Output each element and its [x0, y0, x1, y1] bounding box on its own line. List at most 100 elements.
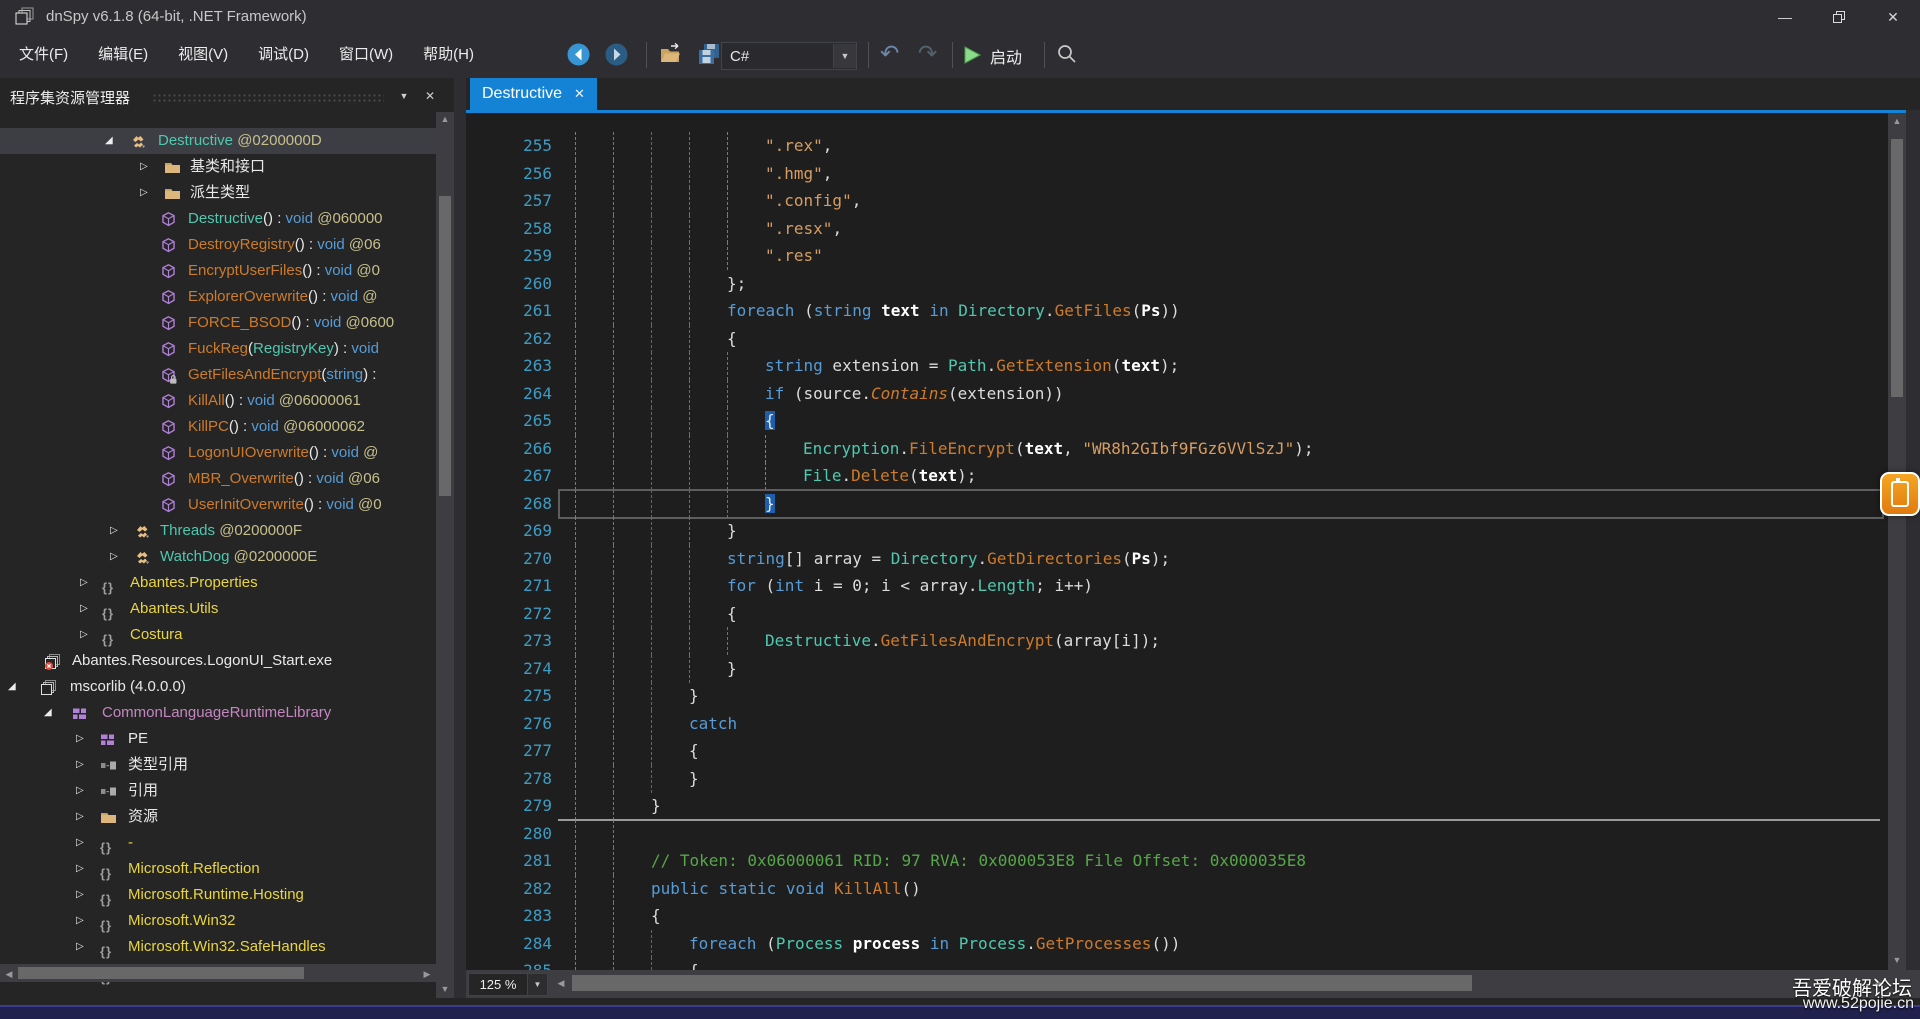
code-line[interactable]: 280 [466, 820, 1886, 848]
expander-closed-icon[interactable]: ▷ [110, 544, 118, 570]
language-selector[interactable]: C# ▼ [721, 42, 857, 70]
zoom-chevron-icon[interactable]: ▼ [527, 973, 548, 996]
expander-closed-icon[interactable]: ▷ [76, 934, 84, 960]
tree-row[interactable]: GetFilesAndEncrypt(string) : [0, 362, 436, 388]
expander-open-icon[interactable]: ◢ [105, 128, 113, 154]
start-button[interactable]: 启动 [990, 44, 1022, 68]
tree-row[interactable]: Abantes.Resources.LogonUI_Start.exe [0, 648, 436, 674]
menu-item-1[interactable]: 编辑(E) [83, 34, 163, 76]
zoom-level-selector[interactable]: 125 % [468, 973, 528, 996]
code-line[interactable]: 284foreach (Process process in Process.G… [466, 930, 1886, 958]
start-icon[interactable] [963, 45, 982, 70]
undo-icon[interactable]: ↶ [880, 40, 899, 67]
tree-row[interactable]: ◢mscorlib (4.0.0.0) [0, 674, 436, 700]
expander-open-icon[interactable]: ◢ [8, 674, 16, 700]
tree-row[interactable]: LogonUIOverwrite() : void @ [0, 440, 436, 466]
tree-row[interactable]: UserInitOverwrite() : void @0 [0, 492, 436, 518]
restore-button[interactable] [1822, 8, 1856, 30]
code-line[interactable]: 277{ [466, 737, 1886, 765]
navigate-back-icon[interactable] [566, 42, 591, 72]
code-line[interactable]: 273Destructive.GetFilesAndEncrypt(array[… [466, 627, 1886, 655]
navigate-forward-icon[interactable] [604, 42, 629, 72]
editor-hscroll-thumb[interactable] [572, 975, 1472, 991]
expander-closed-icon[interactable]: ▷ [76, 830, 84, 856]
menu-item-4[interactable]: 窗口(W) [324, 34, 408, 76]
minimize-button[interactable]: — [1768, 6, 1802, 28]
tree-row[interactable]: EncryptUserFiles() : void @0 [0, 258, 436, 284]
tree-row[interactable]: ▷{}Abantes.Properties [0, 570, 436, 596]
tree-row[interactable]: KillPC() : void @06000062 [0, 414, 436, 440]
expander-closed-icon[interactable]: ▷ [80, 596, 88, 622]
expander-closed-icon[interactable]: ▷ [76, 856, 84, 882]
search-icon[interactable] [1056, 43, 1078, 70]
expander-closed-icon[interactable]: ▷ [76, 908, 84, 934]
code-line[interactable]: 268} [466, 490, 1886, 518]
expander-closed-icon[interactable]: ▷ [80, 570, 88, 596]
code-line[interactable]: 257".config", [466, 187, 1886, 215]
tree-row[interactable]: ▷资源 [0, 804, 436, 830]
code-line[interactable]: 275} [466, 682, 1886, 710]
expander-closed-icon[interactable]: ▷ [110, 518, 118, 544]
code-line[interactable]: 281// Token: 0x06000061 RID: 97 RVA: 0x0… [466, 847, 1886, 875]
panel-header[interactable]: 程序集资源管理器 ▼ ✕ [0, 84, 454, 110]
tree-row[interactable]: FuckReg(RegistryKey) : void [0, 336, 436, 362]
code-line[interactable]: 258".resx", [466, 215, 1886, 243]
panel-close-icon[interactable]: ✕ [420, 86, 440, 106]
close-button[interactable]: ✕ [1876, 6, 1910, 28]
code-line[interactable]: 263string extension = Path.GetExtension(… [466, 352, 1886, 380]
code-line[interactable]: 282public static void KillAll() [466, 875, 1886, 903]
expander-closed-icon[interactable]: ▷ [76, 778, 84, 804]
menu-item-5[interactable]: 帮助(H) [408, 34, 489, 76]
tree-vscrollbar[interactable]: ▲ ▼ [436, 112, 454, 998]
code-line[interactable]: 274} [466, 655, 1886, 683]
tree-row[interactable]: Destructive() : void @060000 [0, 206, 436, 232]
expander-closed-icon[interactable]: ▷ [140, 180, 148, 206]
menu-item-0[interactable]: 文件(F) [4, 34, 83, 76]
tree-row[interactable]: ▷派生类型 [0, 180, 436, 206]
expander-open-icon[interactable]: ◢ [44, 700, 52, 726]
expander-closed-icon[interactable]: ▷ [80, 622, 88, 648]
save-all-icon[interactable] [696, 42, 722, 72]
code-line[interactable]: 259".res" [466, 242, 1886, 270]
tree-row[interactable]: ▷PE [0, 726, 436, 752]
code-line[interactable]: 264if (source.Contains(extension)) [466, 380, 1886, 408]
code-line[interactable]: 260}; [466, 270, 1886, 298]
tree-row[interactable]: KillAll() : void @06000061 [0, 388, 436, 414]
code-line[interactable]: 266Encryption.FileEncrypt(text, "WR8h2GI… [466, 435, 1886, 463]
menu-item-3[interactable]: 调试(D) [243, 34, 324, 76]
tree-row[interactable]: MBR_Overwrite() : void @06 [0, 466, 436, 492]
expander-closed-icon[interactable]: ▷ [140, 154, 148, 180]
tree-row[interactable]: ▷{}Microsoft.Win32.SafeHandles [0, 934, 436, 960]
expander-closed-icon[interactable]: ▷ [76, 726, 84, 752]
panel-menu-chevron-icon[interactable]: ▼ [394, 86, 414, 106]
code-line[interactable]: 279} [466, 792, 1886, 820]
tree-row[interactable]: ▷{}Costura [0, 622, 436, 648]
redo-icon[interactable]: ↷ [918, 40, 937, 67]
code-line[interactable]: 261foreach (string text in Directory.Get… [466, 297, 1886, 325]
tree-row[interactable]: ◢CommonLanguageRuntimeLibrary [0, 700, 436, 726]
tree-row[interactable]: ▷{}Microsoft.Reflection [0, 856, 436, 882]
tree-row[interactable]: ▷{}- [0, 830, 436, 856]
expander-closed-icon[interactable]: ▷ [76, 882, 84, 908]
expander-closed-icon[interactable]: ▷ [76, 804, 84, 830]
tree-row[interactable]: ▷类型引用 [0, 752, 436, 778]
code-line[interactable]: 285{ [466, 957, 1886, 970]
code-line[interactable]: 276catch [466, 710, 1886, 738]
tree-row[interactable]: ▷{}Abantes.Utils [0, 596, 436, 622]
code-line[interactable]: 283{ [466, 902, 1886, 930]
code-line[interactable]: 271for (int i = 0; i < array.Length; i++… [466, 572, 1886, 600]
code-line[interactable]: 255".rex", [466, 132, 1886, 160]
tree-row[interactable]: ▷引用 [0, 778, 436, 804]
chevron-down-icon[interactable]: ▼ [833, 44, 856, 68]
tree-row[interactable]: ▷Threads @0200000F [0, 518, 436, 544]
code-line[interactable]: 256".hmg", [466, 160, 1886, 188]
tree-hscrollbar[interactable]: ◀ ▶ [0, 964, 436, 982]
tree-row[interactable]: ▷WatchDog @0200000E [0, 544, 436, 570]
tree-row[interactable]: ▷{}Microsoft.Win32 [0, 908, 436, 934]
floating-assistive-widget[interactable] [1880, 472, 1920, 516]
code-line[interactable]: 265{ [466, 407, 1886, 435]
code-line[interactable]: 272{ [466, 600, 1886, 628]
code-editor[interactable]: 255".rex",256".hmg",257".config",258".re… [466, 113, 1888, 970]
open-folder-icon[interactable] [658, 43, 684, 71]
tree-row[interactable]: DestroyRegistry() : void @06 [0, 232, 436, 258]
